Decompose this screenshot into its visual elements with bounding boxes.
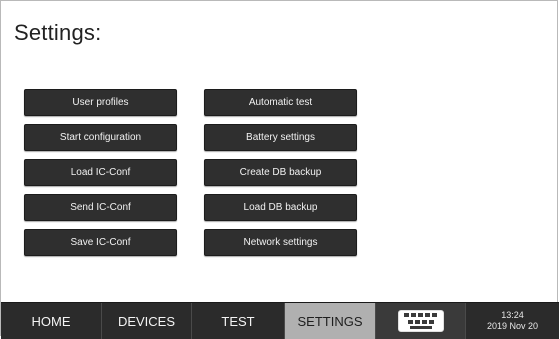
load-ic-conf-button[interactable]: Load IC-Conf (24, 159, 177, 186)
start-configuration-button[interactable]: Start configuration (24, 124, 177, 151)
send-ic-conf-button[interactable]: Send IC-Conf (24, 194, 177, 221)
create-db-backup-button[interactable]: Create DB backup (204, 159, 357, 186)
tab-devices[interactable]: DEVICES (102, 303, 192, 339)
settings-screen: Settings: User profiles Start configurat… (0, 0, 559, 339)
clock-date: 2019 Nov 20 (486, 321, 539, 331)
tab-test[interactable]: TEST (192, 303, 285, 339)
network-settings-button[interactable]: Network settings (204, 229, 357, 256)
automatic-test-button[interactable]: Automatic test (204, 89, 357, 116)
tab-home[interactable]: HOME (1, 303, 102, 339)
tab-settings[interactable]: SETTINGS (285, 303, 376, 339)
load-db-backup-button[interactable]: Load DB backup (204, 194, 357, 221)
keyboard-button[interactable] (376, 303, 466, 339)
keyboard-icon (397, 310, 444, 332)
page-title: Settings: (14, 20, 102, 45)
bottom-nav-bar: HOME DEVICES TEST SETTINGS 13:24 2019 No… (1, 302, 559, 339)
status-clock: 13:24 2019 Nov 20 (466, 303, 559, 339)
user-profiles-button[interactable]: User profiles (24, 89, 177, 116)
save-ic-conf-button[interactable]: Save IC-Conf (24, 229, 177, 256)
clock-time: 13:24 (501, 310, 524, 320)
battery-settings-button[interactable]: Battery settings (204, 124, 357, 151)
